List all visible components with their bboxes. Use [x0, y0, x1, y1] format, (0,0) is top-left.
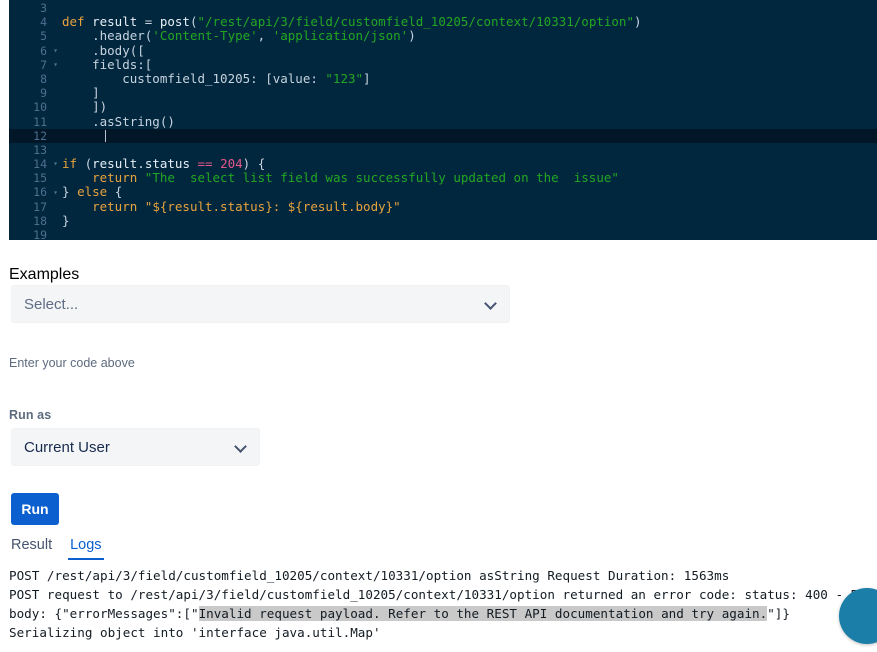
result-tabs: Result Logs: [0, 533, 877, 565]
line-number: 14: [33, 157, 47, 172]
code-line[interactable]: 7 ▾ fields:[: [9, 56, 877, 72]
line-number: 8: [40, 71, 47, 86]
code-text: customfield_10205: [value: "123"]: [62, 70, 371, 86]
line-number: 6: [40, 43, 47, 58]
code-line[interactable]: 6 ▾ .body([: [9, 42, 877, 58]
code-text: return "The select list field was succes…: [92, 170, 619, 186]
code-line[interactable]: 3: [9, 1, 877, 15]
code-line[interactable]: 4 def result = post("/rest/api/3/field/cu…: [9, 14, 877, 30]
code-text: [61, 129, 877, 143]
log-line: POST request to /rest/api/3/field/custom…: [9, 585, 877, 604]
editor-content[interactable]: 3 4 def result = post("/rest/api/3/field/c…: [9, 0, 877, 240]
line-number: 11: [33, 114, 47, 129]
line-number: 4: [40, 15, 47, 30]
log-line: POST /rest/api/3/field/customfield_10205…: [9, 566, 877, 585]
code-text: ]: [62, 85, 100, 101]
code-text: } else {: [62, 184, 123, 200]
line-number: 10: [33, 100, 47, 115]
fold-toggle-icon[interactable]: ▾: [50, 58, 61, 72]
code-line[interactable]: 9 ]: [9, 85, 877, 101]
code-text: .body([: [62, 42, 145, 58]
log-text: body: {"errorMessages":[": [9, 606, 199, 621]
text-caret: [105, 130, 106, 143]
line-number: 5: [40, 29, 47, 44]
log-console[interactable]: POST /rest/api/3/field/customfield_10205…: [0, 566, 877, 652]
log-line: Serializing object into 'interface java.…: [9, 623, 877, 642]
line-number: 19: [33, 228, 47, 240]
code-line[interactable]: 15 return "The select list field was suc…: [9, 170, 877, 186]
code-line[interactable]: 8 customfield_10205: [value: "123"]: [9, 70, 877, 86]
code-line[interactable]: 13: [9, 143, 877, 157]
fold-toggle-icon[interactable]: ▾: [50, 157, 61, 171]
selected-log-text: Invalid request payload. Refer to the RE…: [198, 606, 768, 621]
log-text: POST request to /rest/api/3/field/custom…: [9, 587, 859, 602]
line-number: 3: [40, 1, 47, 15]
code-line[interactable]: 14 ▾ if (result.status == 204) {: [9, 156, 877, 172]
code-line[interactable]: 5 .header('Content-Type', 'application/j…: [9, 28, 877, 44]
tab-result[interactable]: Result: [9, 533, 54, 560]
run-as-select[interactable]: Current User: [11, 428, 260, 466]
code-text: .asString(): [62, 113, 175, 129]
code-text: .header('Content-Type', 'application/jso…: [62, 28, 416, 44]
code-text: if (result.status == 204) {: [62, 156, 266, 172]
run-as-select-value: Current User: [24, 438, 110, 456]
code-text: }: [62, 212, 70, 228]
log-text: "]}: [767, 606, 790, 621]
code-line[interactable]: 16 ▾} else {: [9, 184, 877, 200]
script-form: Examples Select... Enter your code above…: [0, 240, 877, 533]
code-text: ]): [62, 99, 108, 115]
log-text: POST /rest/api/3/field/customfield_10205…: [9, 568, 730, 583]
code-line[interactable]: 19: [9, 228, 877, 240]
examples-select[interactable]: Select...: [11, 285, 510, 323]
run-button[interactable]: Run: [11, 493, 59, 525]
examples-select-value: Select...: [24, 295, 79, 313]
editor-left-margin: [0, 0, 9, 240]
line-number: 7: [40, 57, 47, 72]
fold-toggle-icon[interactable]: ▾: [50, 44, 61, 58]
tab-logs[interactable]: Logs: [68, 533, 105, 560]
fold-toggle-icon[interactable]: ▾: [50, 186, 61, 200]
line-number: 9: [40, 86, 47, 101]
log-line: body: {"errorMessages":["Invalid request…: [9, 604, 877, 623]
line-number: 18: [33, 213, 47, 228]
code-line[interactable]: 10 ]): [9, 99, 877, 115]
code-editor[interactable]: 3 4 def result = post("/rest/api/3/field/c…: [0, 0, 877, 240]
run-as-label: Run as: [9, 408, 52, 422]
line-number: 16: [33, 185, 47, 200]
line-number: 13: [33, 142, 47, 157]
code-line[interactable]: 12: [9, 128, 877, 143]
log-text: Serializing object into 'interface java.…: [9, 625, 381, 640]
chevron-down-icon: [235, 441, 247, 453]
examples-label: Examples: [9, 266, 80, 283]
chevron-down-icon: [485, 298, 497, 310]
line-number: 12: [33, 128, 47, 143]
editor-helper-text: Enter your code above: [9, 356, 135, 370]
code-text: return "${result.status}: ${result.body}…: [92, 198, 401, 214]
line-number: 17: [33, 199, 47, 214]
code-line[interactable]: 18}: [9, 212, 877, 228]
code-text: fields:[: [62, 56, 153, 72]
code-text: def result = post("/rest/api/3/field/cus…: [62, 14, 642, 30]
line-number: 15: [33, 171, 47, 186]
code-line[interactable]: 17 return "${result.status}: ${result.bo…: [9, 198, 877, 214]
code-line[interactable]: 11 .asString(): [9, 113, 877, 129]
